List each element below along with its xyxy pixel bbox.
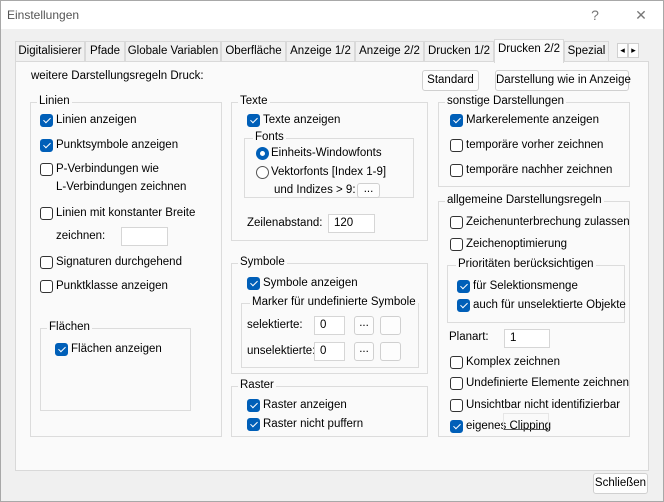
unsichtbar-label: Unsichtbar nicht identifizierbar (466, 399, 621, 411)
planart-input[interactable]: 1 (504, 329, 550, 348)
komplex-checkbox[interactable] (450, 356, 463, 369)
texte-title: Texte (238, 95, 270, 107)
unsichtbar-checkbox[interactable] (450, 399, 463, 412)
temporaere-nachher-checkbox[interactable] (450, 164, 463, 177)
selektierte-input[interactable]: 0 (314, 316, 345, 335)
tab-drucken-1[interactable]: Drucken 1/2 (424, 41, 494, 62)
linien-anzeigen-label: Linien anzeigen (56, 114, 137, 126)
p-verbindungen-label: P-Verbindungen wie (56, 163, 159, 175)
tab-globale-variablen[interactable]: Globale Variablen (125, 41, 221, 62)
p-verbindungen-label2: L-Verbindungen zeichnen (56, 181, 187, 193)
zeilenabstand-label: Zeilenabstand: (247, 217, 323, 229)
zeichenunterbrechung-checkbox[interactable] (450, 216, 463, 229)
vektorfonts-radio[interactable] (256, 166, 269, 179)
settings-dialog: Einstellungen ? ✕ Digitalisierer Pfade G… (0, 0, 664, 502)
tab-anzeige-1[interactable]: Anzeige 1/2 (286, 41, 355, 62)
konstante-breite-checkbox[interactable] (40, 207, 53, 220)
title-bar: Einstellungen ? ✕ (1, 1, 663, 29)
header-label: weitere Darstellungsregeln Druck: (31, 70, 204, 82)
tab-anzeige-2[interactable]: Anzeige 2/2 (355, 41, 424, 62)
signaturen-label: Signaturen durchgehend (56, 256, 182, 268)
unselektierte-objekte-checkbox[interactable] (457, 299, 470, 312)
allgemein-title: allgemeine Darstellungsregeln (445, 194, 604, 206)
texte-anzeigen-label: Texte anzeigen (263, 114, 341, 126)
markerelemente-label: Markerelemente anzeigen (466, 114, 599, 126)
selektionsmenge-label: für Selektionsmenge (473, 280, 578, 292)
unselektierte-preview[interactable] (380, 342, 401, 361)
einheits-windowfonts-radio[interactable] (256, 147, 269, 160)
undefinierte-elemente-label: Undefinierte Elemente zeichnen (466, 377, 630, 389)
unselektierte-objekte-label: auch für unselektierte Objekte (473, 299, 626, 311)
fonts-title: Fonts (253, 131, 286, 143)
selektierte-label: selektierte: (247, 319, 303, 331)
temporaere-vorher-checkbox[interactable] (450, 139, 463, 152)
temporaere-vorher-label: temporäre vorher zeichnen (466, 139, 604, 151)
flaechen-anzeigen-checkbox[interactable] (55, 343, 68, 356)
konstante-breite-label2: zeichnen: (56, 230, 106, 242)
selektierte-preview[interactable] (380, 316, 401, 335)
flaechen-group: Flächen (40, 321, 191, 411)
punktklasse-label: Punktklasse anzeigen (56, 280, 168, 292)
undefinierte-elemente-checkbox[interactable] (450, 377, 463, 390)
zeilenabstand-input[interactable]: 120 (328, 214, 375, 233)
symbole-anzeigen-label: Symbole anzeigen (263, 277, 358, 289)
clipping-checkbox[interactable] (450, 420, 463, 433)
symbole-title: Symbole (238, 256, 287, 268)
punktsymbole-checkbox[interactable] (40, 139, 53, 152)
markerelemente-checkbox[interactable] (450, 114, 463, 127)
fonts-more-button[interactable]: ... (357, 183, 380, 198)
raster-anzeigen-label: Raster anzeigen (263, 399, 347, 411)
komplex-label: Komplex zeichnen (466, 356, 560, 368)
raster-nicht-puffern-checkbox[interactable] (247, 418, 260, 431)
zeichenoptimierung-checkbox[interactable] (450, 238, 463, 251)
standard-button[interactable]: Standard (422, 70, 479, 91)
tab-scroll-right[interactable]: ▸ (628, 43, 639, 58)
marker-title: Marker für undefinierte Symbole (250, 296, 418, 308)
selektionsmenge-checkbox[interactable] (457, 280, 470, 293)
selektierte-more-button[interactable]: ... (354, 316, 374, 335)
prioritaeten-group: Prioritäten berücksichtigen (447, 258, 625, 323)
konstante-breite-input[interactable] (121, 227, 168, 246)
einheits-windowfonts-label: Einheits-Windowfonts (271, 147, 382, 159)
signaturen-checkbox[interactable] (40, 256, 53, 269)
flaechen-anzeigen-label: Flächen anzeigen (71, 343, 162, 355)
konstante-breite-label: Linien mit konstanter Breite (56, 207, 196, 219)
punktklasse-checkbox[interactable] (40, 280, 53, 293)
like-display-button[interactable]: Darstellung wie in Anzeige (495, 70, 631, 91)
linien-anzeigen-checkbox[interactable] (40, 114, 53, 127)
raster-anzeigen-checkbox[interactable] (247, 399, 260, 412)
close-button[interactable]: Schließen (593, 473, 648, 494)
flaechen-title: Flächen (47, 321, 92, 333)
window-title: Einstellungen (7, 8, 80, 22)
help-button[interactable]: ? (581, 5, 609, 25)
unselektierte-more-button[interactable]: ... (354, 342, 374, 361)
clipping-overlay-box (503, 413, 549, 430)
unselektierte-label: unselektierte: (247, 345, 316, 357)
tab-scroll-left[interactable]: ◂ (617, 43, 628, 58)
tab-drucken-2[interactable]: Drucken 2/2 (494, 39, 564, 63)
symbole-anzeigen-checkbox[interactable] (247, 277, 260, 290)
vektorfonts-label: Vektorfonts [Index 1-9] (271, 166, 387, 178)
indizes-label: und Indizes > 9: (274, 184, 356, 196)
tab-oberflaeche[interactable]: Oberfläche (221, 41, 286, 62)
linien-title: Linien (37, 95, 72, 107)
texte-anzeigen-checkbox[interactable] (247, 114, 260, 127)
close-window-button[interactable]: ✕ (627, 5, 655, 25)
unselektierte-input[interactable]: 0 (314, 342, 345, 361)
p-verbindungen-checkbox[interactable] (40, 163, 53, 176)
sonstige-title: sonstige Darstellungen (445, 95, 566, 107)
tab-spezial[interactable]: Spezial (564, 41, 609, 62)
prioritaeten-title: Prioritäten berücksichtigen (456, 258, 596, 270)
zeichenunterbrechung-label: Zeichenunterbrechung zulassen (466, 216, 630, 228)
punktsymbole-label: Punktsymbole anzeigen (56, 139, 179, 151)
raster-nicht-puffern-label: Raster nicht puffern (263, 418, 364, 430)
tab-pfade[interactable]: Pfade (85, 41, 125, 62)
planart-label: Planart: (449, 331, 489, 343)
temporaere-nachher-label: temporäre nachher zeichnen (466, 164, 613, 176)
zeichenoptimierung-label: Zeichenoptimierung (466, 238, 568, 250)
raster-title: Raster (238, 379, 276, 391)
tab-digitalisierer[interactable]: Digitalisierer (15, 41, 85, 62)
